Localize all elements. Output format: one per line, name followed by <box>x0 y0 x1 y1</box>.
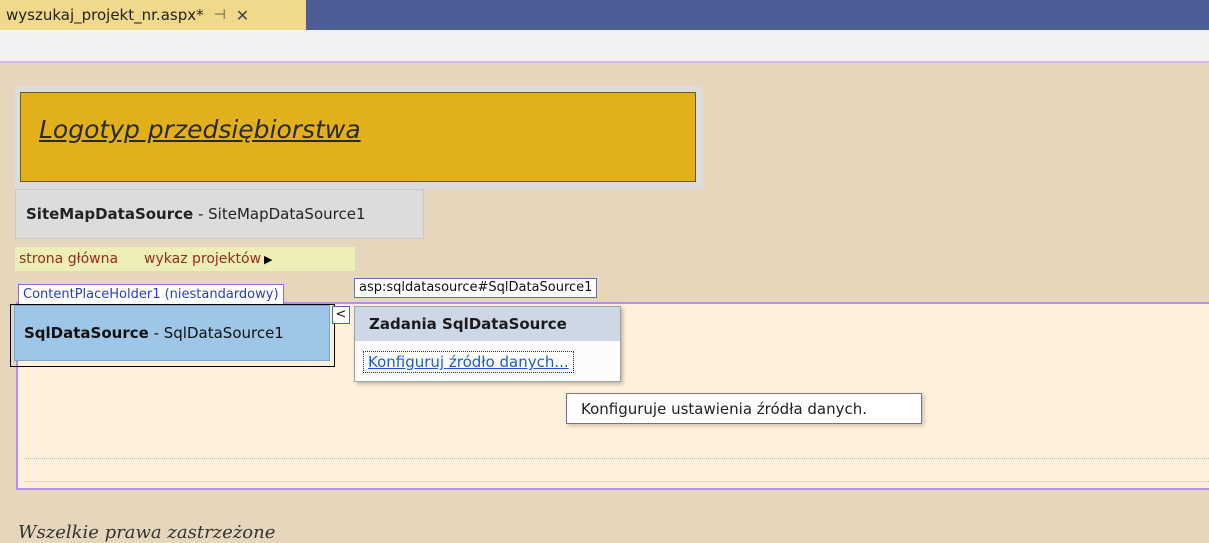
sql-control-id: SqlDataSource1 <box>163 324 284 342</box>
sitemapdatasource-control[interactable]: SiteMapDataSource - SiteMapDataSource1 <box>15 189 424 239</box>
smart-tag-chevron-icon[interactable]: < <box>332 306 350 324</box>
sitemap-control-type: SiteMapDataSource <box>26 205 194 223</box>
sql-control-separator: - <box>148 324 164 342</box>
logo-box[interactable]: Logotyp przedsiębiorstwa <box>20 92 696 182</box>
tooltip: Konfiguruje ustawienia źródła danych. <box>566 393 922 424</box>
pin-icon[interactable]: ⊣ <box>214 7 226 23</box>
close-icon[interactable]: ✕ <box>236 6 249 25</box>
tab-filename: wyszukaj_projekt_nr.aspx* <box>6 6 204 24</box>
sitemap-control-separator: - <box>193 205 209 223</box>
sqldatasource-control[interactable]: SqlDataSource - SqlDataSource1 <box>14 305 330 361</box>
menu-item-home[interactable]: strona główna <box>19 251 118 267</box>
document-tab[interactable]: wyszukaj_projekt_nr.aspx* ⊣ ✕ <box>0 0 306 30</box>
placeholder-dotted-area <box>24 458 1209 482</box>
sitemap-control-id: SiteMapDataSource1 <box>208 205 366 223</box>
smart-tag-panel: Zadania SqlDataSource Konfiguruj źródło … <box>354 306 621 382</box>
logo-text: Logotyp przedsiębiorstwa <box>39 115 361 144</box>
document-tab-bar: wyszukaj_projekt_nr.aspx* ⊣ ✕ <box>0 0 1209 30</box>
triangle-right-icon: ▶ <box>264 252 273 266</box>
selected-element-tag: asp:sqldatasource#SqlDataSource1 <box>354 278 598 298</box>
menu-item-projects[interactable]: wykaz projektów <box>144 251 261 267</box>
site-menu: strona główna wykaz projektów ▶ <box>15 247 355 271</box>
sql-control-type: SqlDataSource <box>24 324 149 342</box>
designer-ruler-strip <box>0 30 1209 63</box>
configure-datasource-link[interactable]: Konfiguruj źródło danych... <box>363 351 574 373</box>
smart-tag-title: Zadania SqlDataSource <box>355 307 620 341</box>
content-placeholder-tag: ContentPlaceHolder1 (niestandardowy) <box>18 284 284 304</box>
footer-text: Wszelkie prawa zastrzeżone <box>18 522 276 543</box>
